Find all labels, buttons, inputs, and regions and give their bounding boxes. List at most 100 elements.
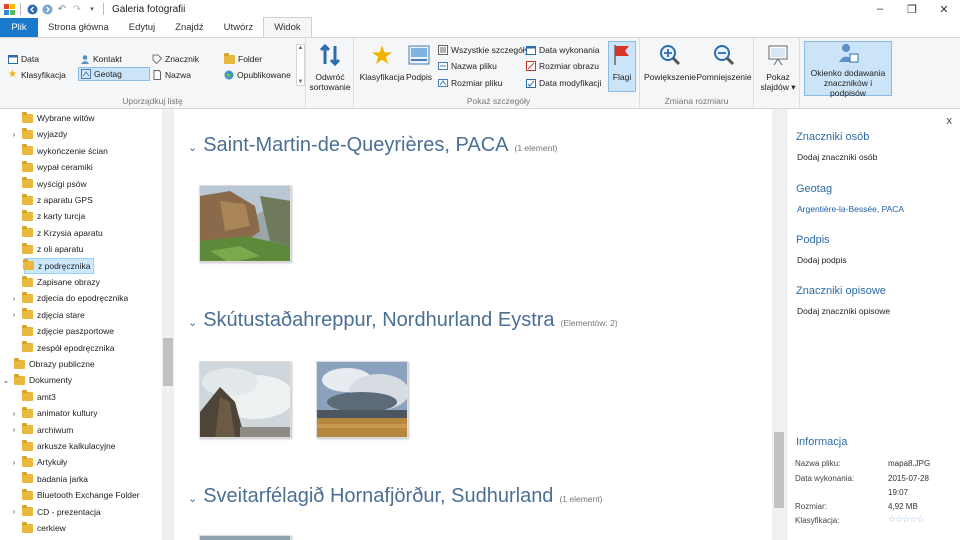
nav-item[interactable]: badania jarka	[22, 471, 88, 487]
rating-star-icon[interactable]: ☆	[916, 514, 924, 524]
zoom-in-button[interactable]: Powiększenie	[644, 42, 696, 82]
tab-edit[interactable]: Edytuj	[119, 18, 165, 37]
nav-item[interactable]: wyścigi psów	[22, 176, 87, 192]
tab-find[interactable]: Znajdź	[165, 18, 214, 37]
nav-item[interactable]: › zdjecia do epodręcznika	[13, 290, 128, 306]
nav-item[interactable]: arkusze kalkulacyjne	[22, 438, 115, 454]
flags-button[interactable]: Flagi	[608, 41, 636, 92]
add-people-tags-link[interactable]: Dodaj znaczniki osób	[797, 152, 877, 162]
redo-icon[interactable]: ↷	[71, 3, 83, 15]
rating-stars[interactable]: ☆☆☆☆☆	[888, 514, 924, 525]
nav-item[interactable]: Zapisane obrazy	[22, 274, 100, 290]
file-name-option[interactable]: Nazwa pliku	[436, 59, 499, 73]
tab-file[interactable]: Plik	[0, 18, 38, 37]
photo-thumbnail[interactable]	[199, 185, 291, 262]
photo-thumbnail[interactable]	[199, 361, 291, 438]
nav-item[interactable]: › wyjazdy	[13, 126, 67, 142]
nav-item[interactable]: z aparatu GPS	[22, 192, 93, 208]
resize-group-label: Zmiana rozmiaru	[664, 96, 729, 106]
file-name-icon	[438, 62, 448, 70]
undo-icon[interactable]: ↶	[56, 3, 68, 15]
back-icon[interactable]	[26, 3, 38, 15]
nav-item[interactable]: wypał ceramiki	[22, 159, 93, 175]
add-caption-link[interactable]: Dodaj podpis	[797, 255, 847, 265]
arrange-by-tag[interactable]: Znacznik	[150, 52, 201, 66]
expand-chevron-icon[interactable]: ⌄	[2, 376, 10, 385]
expand-chevron-icon[interactable]: ›	[10, 507, 18, 516]
tab-home[interactable]: Strona główna	[38, 18, 119, 37]
nav-item[interactable]: Wybrane witów	[22, 110, 95, 126]
arrange-by-folder[interactable]: Folder	[222, 52, 264, 66]
tag-pane-button[interactable]: Okienko dodawania znaczników i podpisów	[804, 41, 892, 98]
nav-item[interactable]: z Krzysia aparatu	[22, 225, 103, 241]
photo-thumbnail[interactable]	[316, 361, 408, 438]
arrange-by-rating[interactable]: ★ Klasyfikacja	[6, 68, 68, 82]
nav-item[interactable]: ⌄ Dokumenty	[3, 372, 72, 388]
nav-item[interactable]: z karty turcja	[22, 208, 85, 224]
nav-item[interactable]: wykończenie ścian	[22, 143, 108, 159]
expand-chevron-icon[interactable]: ›	[10, 425, 18, 434]
group-header[interactable]: ⌄ Skútustaðahreppur, Nordhurland Eystra …	[188, 309, 618, 332]
navigation-scrollbar[interactable]	[162, 109, 174, 540]
group-header[interactable]: ⌄ Saint-Martin-de-Queyrières, PACA (1 el…	[188, 134, 558, 157]
show-caption-button[interactable]: Podpis	[404, 42, 434, 82]
file-size-option[interactable]: Rozmiar pliku	[436, 76, 505, 90]
group-header[interactable]: ⌄ Sveitarfélagið Hornafjörður, Sudhurlan…	[188, 485, 602, 508]
arrange-by-contact[interactable]: Kontakt	[78, 52, 124, 66]
reverse-sort-button[interactable]: Odwróć sortowanie	[308, 42, 352, 92]
expand-chevron-icon[interactable]: ›	[10, 310, 18, 319]
nav-item[interactable]: › CD - prezentacja	[13, 504, 101, 520]
date-modified-label: Data modyfikacji	[539, 78, 602, 88]
flags-label: Flagi	[612, 72, 632, 82]
group-count: (Elementów: 2)	[560, 318, 618, 328]
image-size-option[interactable]: Rozmiar obrazu	[524, 59, 601, 73]
expand-chevron-icon[interactable]: ›	[10, 130, 18, 139]
maximize-button[interactable]: ❐	[896, 0, 928, 18]
date-taken-option[interactable]: Data wykonania	[524, 43, 601, 57]
forward-icon[interactable]	[41, 3, 53, 15]
collapse-chevron-icon[interactable]: ⌄	[188, 141, 197, 154]
zoom-out-icon	[710, 42, 738, 68]
all-details-option[interactable]: Wszystkie szczegóły	[436, 43, 531, 57]
expand-chevron-icon[interactable]: ›	[10, 458, 18, 467]
nav-item[interactable]: zdjęcie paszportowe	[22, 323, 114, 339]
geotag-value[interactable]: Argentière-la-Bessée, PACA	[797, 204, 904, 214]
nav-item[interactable]: Obrazy publiczne	[14, 356, 95, 372]
arrange-by-published[interactable]: Opublikowane	[222, 68, 293, 82]
nav-item[interactable]: › animator kultury	[13, 405, 97, 421]
zoom-out-button[interactable]: Pomniejszenie	[696, 42, 752, 82]
tab-view[interactable]: Widok	[263, 17, 312, 37]
slideshow-button[interactable]: Pokaz slajdów ▾	[756, 42, 800, 92]
nav-item[interactable]: Bluetooth Exchange Folder	[22, 487, 140, 503]
collapse-chevron-icon[interactable]: ⌄	[188, 316, 197, 329]
nav-item[interactable]: cerkiew	[22, 520, 66, 536]
add-descriptive-tags-link[interactable]: Dodaj znaczniki opisowe	[797, 306, 890, 316]
customize-dropdown-icon[interactable]: ▾	[86, 3, 98, 15]
arrange-by-date[interactable]: Data	[6, 52, 41, 66]
arrange-by-geotag[interactable]: Geotag	[78, 67, 150, 81]
show-rating-button[interactable]: ★ Klasyfikacja	[360, 42, 405, 82]
expand-chevron-icon[interactable]: ›	[10, 294, 18, 303]
tab-create[interactable]: Utwórz	[214, 18, 264, 37]
group-count: (1 element)	[559, 494, 603, 504]
nav-item[interactable]: z podręcznika	[23, 257, 94, 274]
arrange-published-label: Opublikowane	[237, 70, 291, 80]
navigation-scroll-thumb[interactable]	[163, 338, 173, 386]
close-button[interactable]: ✕	[928, 0, 960, 18]
expand-chevron-icon[interactable]: ›	[10, 409, 18, 418]
date-modified-option[interactable]: Data modyfikacji	[524, 76, 603, 90]
nav-item-label: Wybrane witów	[37, 113, 95, 123]
nav-item[interactable]: amt3	[22, 389, 56, 405]
nav-item[interactable]: › Artykuły	[13, 454, 67, 470]
nav-item[interactable]: › zdjęcia stare	[13, 307, 85, 323]
arrange-by-name[interactable]: Nazwa	[150, 68, 193, 82]
collapse-chevron-icon[interactable]: ⌄	[188, 492, 197, 505]
photo-thumbnail[interactable]	[199, 535, 291, 540]
arrange-scroll[interactable]: ▲ ▼	[296, 44, 305, 86]
close-pane-icon[interactable]: x	[947, 115, 953, 127]
nav-item[interactable]: z oli aparatu	[22, 241, 83, 257]
gallery-scroll-thumb[interactable]	[774, 432, 784, 508]
minimize-button[interactable]: –	[864, 0, 896, 18]
nav-item[interactable]: › archiwum	[13, 422, 73, 438]
nav-item[interactable]: zespół epodręcznika	[22, 340, 115, 356]
